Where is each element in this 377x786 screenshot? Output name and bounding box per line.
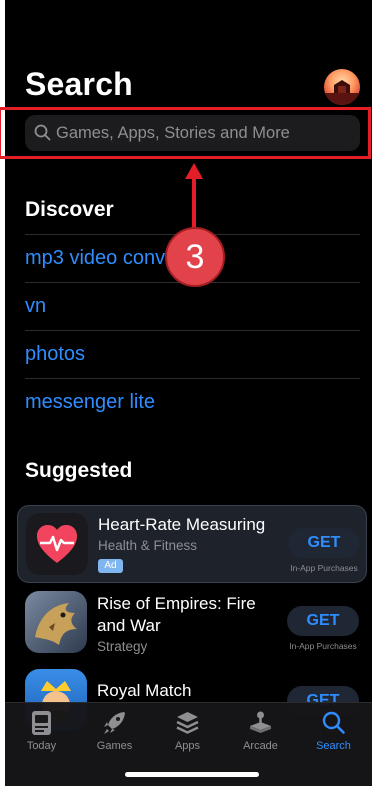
app-row-rise-of-empires[interactable]: Rise of Empires: Fire and War Strategy G… xyxy=(17,584,367,662)
today-icon xyxy=(32,711,51,735)
tab-today[interactable]: Today xyxy=(5,703,78,763)
discover-item[interactable]: messenger lite xyxy=(25,378,360,426)
annotation-arrow-head xyxy=(185,163,203,179)
app-name-line2: and War xyxy=(97,616,161,635)
discover-heading: Discover xyxy=(25,198,114,221)
annotation-arrow-shaft xyxy=(192,175,196,230)
in-app-purchases-note: In-App Purchases xyxy=(290,563,358,573)
dragon-icon xyxy=(25,591,87,653)
avatar[interactable] xyxy=(324,69,360,105)
heart-rate-icon xyxy=(26,513,88,575)
app-name-line1: Rise of Empires: Fire xyxy=(97,594,256,613)
discover-item-label: vn xyxy=(25,295,47,317)
joystick-icon xyxy=(250,711,271,733)
tab-games[interactable]: Games xyxy=(78,703,151,763)
app-category: Strategy xyxy=(97,639,148,654)
get-button[interactable]: GET xyxy=(287,606,359,636)
layers-icon xyxy=(176,712,199,734)
tab-label: Arcade xyxy=(243,740,278,752)
tab-label: Apps xyxy=(174,740,201,752)
annotation-highlight-box xyxy=(0,107,371,159)
tab-label: Search xyxy=(316,740,351,752)
search-icon xyxy=(322,711,345,734)
get-button[interactable]: GET xyxy=(288,528,360,558)
tab-label: Today xyxy=(26,740,57,752)
rocket-icon xyxy=(104,712,125,734)
tab-label: Games xyxy=(96,740,133,752)
discover-item-label: photos xyxy=(25,343,86,365)
in-app-purchases-note: In-App Purchases xyxy=(289,641,357,651)
discover-item-label: messenger lite xyxy=(25,391,156,413)
tab-search[interactable]: Search xyxy=(297,703,370,763)
page-title: Search xyxy=(25,66,133,102)
ad-badge: Ad xyxy=(98,559,123,573)
app-row-heart-rate[interactable]: Heart-Rate Measuring Health & Fitness Ad… xyxy=(17,505,367,583)
tab-apps[interactable]: Apps xyxy=(151,703,224,763)
home-indicator xyxy=(125,772,259,777)
app-category: Health & Fitness xyxy=(98,538,198,553)
suggested-heading: Suggested xyxy=(25,459,133,482)
app-name: Heart-Rate Measuring xyxy=(98,515,266,534)
annotation-step-badge: 3 xyxy=(165,227,225,287)
avatar-image xyxy=(324,80,360,105)
discover-item[interactable]: vn xyxy=(25,282,360,330)
discover-item[interactable]: photos xyxy=(25,330,360,378)
app-name: Royal Match xyxy=(97,681,192,700)
tab-arcade[interactable]: Arcade xyxy=(224,703,297,763)
